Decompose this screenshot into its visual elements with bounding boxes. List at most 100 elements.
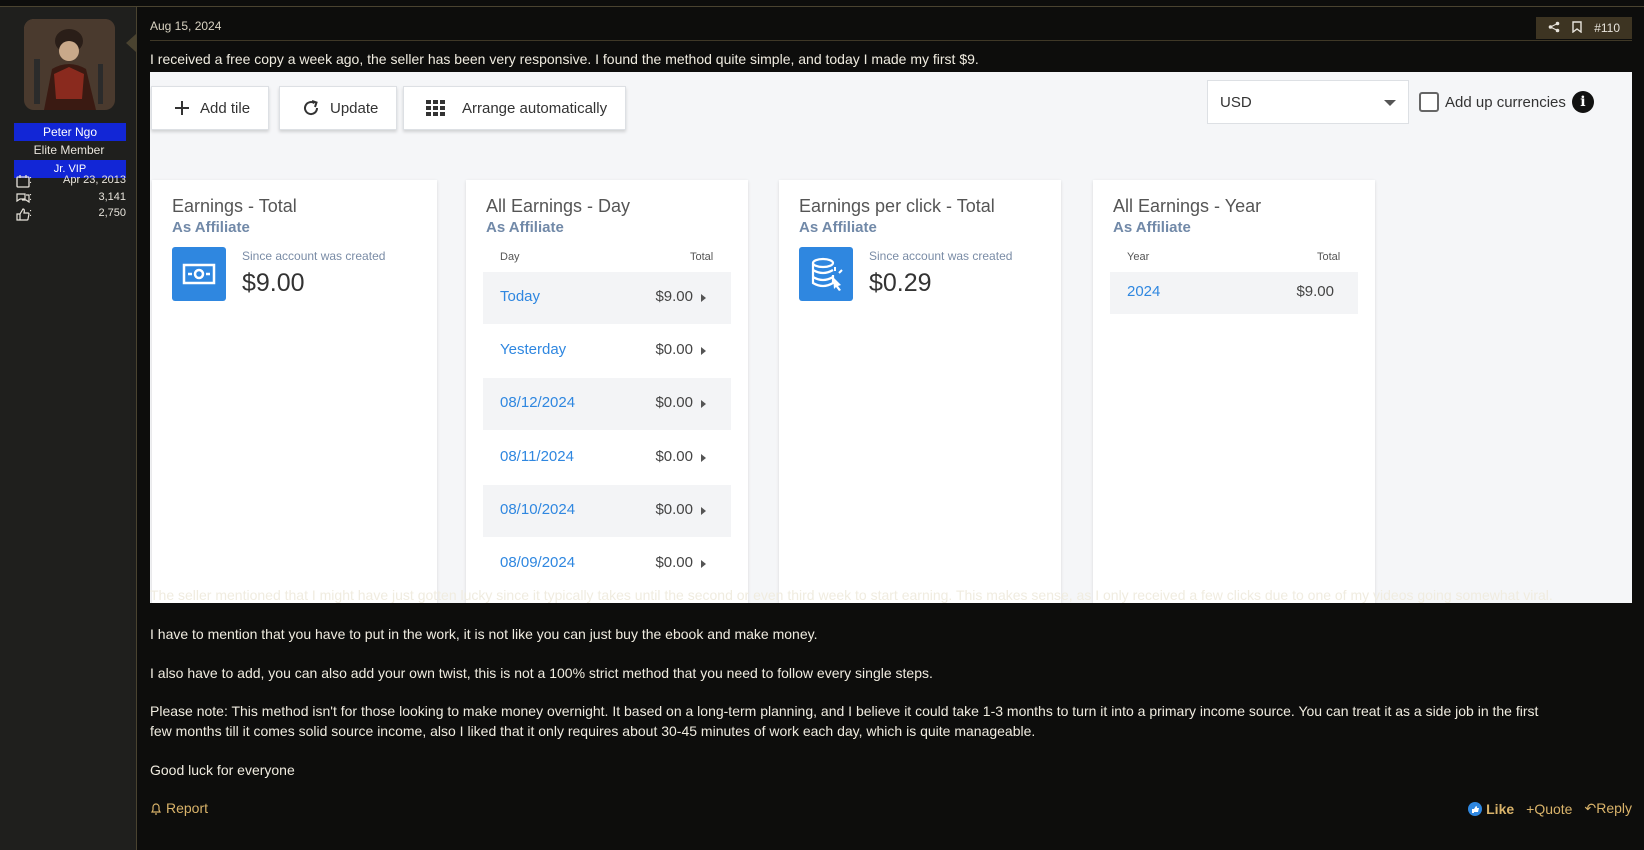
post-date[interactable]: Aug 15, 2024 [150, 19, 221, 33]
cash-icon [172, 247, 226, 301]
table-row[interactable]: 08/12/2024 $0.00 [483, 378, 731, 430]
quote-button[interactable]: +Quote [1526, 801, 1572, 817]
paragraph: Please note: This method isn't for those… [150, 703, 1539, 739]
message-count: 3,141 [98, 191, 126, 203]
stat-reactions: : 2,750 [14, 207, 126, 223]
reaction-count: 2,750 [98, 207, 126, 219]
like-button[interactable]: Like [1468, 801, 1514, 817]
tile-earnings-day: All Earnings - Day As Affiliate Day Tota… [466, 180, 748, 603]
reply-button[interactable]: ↶Reply [1584, 800, 1632, 817]
update-label: Update [330, 99, 379, 117]
row-total: $9.00 [655, 288, 693, 305]
grid-icon [426, 100, 445, 116]
joined-date: Apr 23, 2013 [63, 174, 126, 186]
table-row[interactable]: 2024 $9.00 [1110, 272, 1358, 314]
quote-label: Quote [1534, 800, 1573, 817]
calendar-icon [16, 175, 30, 188]
tile-title: All Earnings - Day [486, 196, 631, 216]
user-panel: Peter Ngo Elite Member Jr. VIP : Apr 23,… [0, 7, 137, 850]
paragraph: Good luck for everyone [150, 762, 295, 778]
add-up-currencies[interactable]: Add up currencies i [1419, 90, 1594, 114]
messages-icon [16, 193, 30, 204]
arrange-label: Arrange automatically [462, 99, 608, 117]
paragraph: The seller mentioned that I might have j… [150, 587, 1553, 603]
caret-right-icon [701, 507, 706, 515]
post-number[interactable]: #110 [1588, 21, 1626, 35]
col-total: Total [690, 251, 714, 263]
refresh-icon [304, 100, 319, 116]
report-label: Report [166, 800, 209, 816]
tile-earnings-total: Earnings - Total As Affiliate Since acco… [152, 180, 437, 603]
caret-right-icon [701, 560, 706, 568]
reply-label: Reply [1596, 800, 1632, 816]
tile-subtitle: As Affiliate [1113, 219, 1191, 236]
like-icon [1468, 801, 1483, 816]
row-day: Yesterday [500, 341, 567, 358]
thumbs-up-icon [16, 208, 30, 221]
add-up-checkbox[interactable] [1419, 92, 1439, 112]
chevron-down-icon [1384, 100, 1396, 106]
row-day: 08/11/2024 [500, 448, 574, 465]
table-row[interactable]: 08/09/2024 $0.00 [483, 538, 731, 590]
post-intro: I received a free copy a week ago, the s… [150, 51, 979, 67]
add-tile-button[interactable]: Add tile [151, 86, 270, 130]
username[interactable]: Peter Ngo [14, 123, 126, 141]
row-day: 08/12/2024 [500, 394, 576, 411]
row-year: 2024 [1127, 283, 1161, 300]
row-total: $9.00 [1296, 283, 1334, 300]
tile-subtitle: As Affiliate [799, 219, 877, 236]
caret-right-icon [701, 347, 706, 355]
epc-amount: $0.29 [869, 269, 932, 297]
avatar[interactable] [24, 19, 115, 110]
stat-joined: : Apr 23, 2013 [14, 174, 126, 190]
report-button[interactable]: Report [150, 800, 208, 816]
table-row[interactable]: Today $9.00 [483, 272, 731, 324]
caret-right-icon [701, 400, 706, 408]
table-row[interactable]: 08/10/2024 $0.00 [483, 485, 731, 537]
currency-value: USD [1220, 94, 1252, 111]
arrange-button[interactable]: Arrange automatically [403, 86, 627, 130]
stat-messages: : 3,141 [14, 191, 126, 207]
update-button[interactable]: Update [279, 86, 398, 130]
add-tile-label: Add tile [200, 99, 251, 117]
row-total: $0.00 [655, 448, 693, 465]
table-row[interactable]: 08/11/2024 $0.00 [483, 432, 731, 484]
row-total: $0.00 [655, 501, 693, 518]
row-total: $0.00 [655, 394, 693, 411]
paragraph: I also have to add, you can also add you… [150, 665, 933, 681]
info-icon[interactable]: i [1571, 91, 1594, 113]
bookmark-icon[interactable] [1566, 20, 1588, 36]
col-total: Total [1317, 251, 1341, 263]
table-row[interactable]: Yesterday $0.00 [483, 325, 731, 377]
tile-earnings-year: All Earnings - Year As Affiliate Year To… [1093, 180, 1375, 603]
bell-icon [151, 802, 161, 815]
currency-select[interactable]: USD [1207, 80, 1409, 124]
tile-title: Earnings - Total [172, 196, 297, 216]
post-content: Aug 15, 2024 #110 I received a free copy… [138, 7, 1644, 850]
row-total: $0.00 [655, 341, 693, 358]
post-actions: #110 [1536, 17, 1632, 39]
share-icon[interactable] [1542, 21, 1566, 36]
add-up-label: Add up currencies [1445, 93, 1566, 111]
forum-post: Peter Ngo Elite Member Jr. VIP : Apr 23,… [0, 6, 1644, 850]
col-day: Day [500, 251, 520, 263]
tile-title: Earnings per click - Total [799, 196, 995, 216]
tile-subtitle: As Affiliate [172, 219, 250, 236]
user-title: Elite Member [33, 143, 105, 157]
row-day: Today [500, 288, 541, 305]
caret-right-icon [701, 454, 706, 462]
since-label: Since account was created [242, 249, 386, 263]
total-amount: $9.00 [242, 269, 305, 297]
reply-icon: ↶ [1584, 800, 1597, 816]
like-label: Like [1486, 800, 1515, 817]
row-total: $0.00 [655, 554, 693, 571]
post-footer: Report Like +Quote ↶Reply [150, 800, 1632, 820]
row-day: 08/09/2024 [500, 554, 576, 571]
tile-epc-total: Earnings per click - Total As Affiliate … [779, 180, 1061, 603]
panel-arrow [126, 34, 136, 52]
tile-title: All Earnings - Year [1113, 196, 1262, 216]
since-label: Since account was created [869, 249, 1013, 263]
paragraph: I have to mention that you have to put i… [150, 626, 818, 642]
database-click-icon [799, 247, 853, 301]
post-reactions: Like +Quote ↶Reply [1468, 800, 1632, 817]
